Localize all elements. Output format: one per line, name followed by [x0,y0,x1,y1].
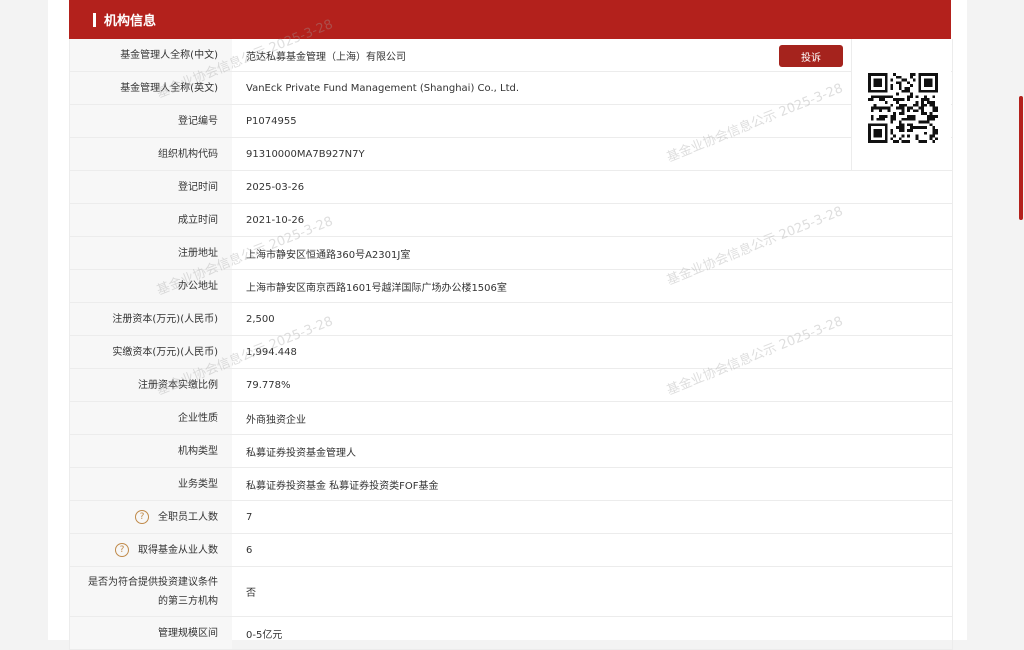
table-row: 成立时间 2021-10-26 [70,204,952,237]
row-value: 2,500 [246,313,275,325]
table-row: 办公地址 上海市静安区南京西路1601号越洋国际广场办公楼1506室 [70,270,952,303]
row-value: 否 [246,588,256,599]
help-icon[interactable]: ? [135,510,149,524]
help-icon[interactable]: ? [115,543,129,557]
row-label: ? 全职员工人数 [70,501,232,533]
table-row: 注册资本实缴比例 79.778% [70,369,952,402]
row-value: 91310000MA7B927N7Y [246,148,365,160]
row-label: 机构类型 [70,435,232,467]
qr-code-icon [868,73,938,143]
row-label: 注册资本实缴比例 [70,369,232,401]
row-label: 办公地址 [70,270,232,302]
row-label: 基金管理人全称(中文) [70,39,232,71]
table-row: 注册资本(万元)(人民币) 2,500 [70,303,952,336]
table-row: 登记时间 2025-03-26 [70,171,952,204]
row-label: 注册资本(万元)(人民币) [70,303,232,335]
table-row: ? 取得基金从业人数 6 [70,534,952,567]
table-row: 注册地址 上海市静安区恒通路360号A2301J室 [70,237,952,270]
row-value: 上海市静安区南京西路1601号越洋国际广场办公楼1506室 [246,282,507,294]
row-value: 上海市静安区恒通路360号A2301J室 [246,249,411,261]
row-value: 2021-10-26 [246,214,305,226]
row-label: 企业性质 [70,402,232,434]
qr-code-container [851,39,951,171]
row-value: 7 [246,511,253,523]
table-row: 组织机构代码 91310000MA7B927N7Y [70,138,952,171]
row-value: 私募证券投资基金管理人 [246,447,356,459]
row-label-text: 取得基金从业人数 [138,544,218,556]
row-label: 组织机构代码 [70,138,232,170]
row-label: 是否为符合提供投资建议条件的第三方机构 [70,567,232,616]
info-table: 基金管理人全称(中文) 范达私募基金管理（上海）有限公司 基金管理人全称(英文)… [69,39,953,650]
scrollbar-thumb[interactable] [1019,96,1023,220]
row-value: 范达私募基金管理（上海）有限公司 [246,51,406,63]
row-label: 登记编号 [70,105,232,137]
table-row: ? 全职员工人数 7 [70,501,952,534]
row-label: 注册地址 [70,237,232,269]
table-row: 机构类型 私募证券投资基金管理人 [70,435,952,468]
header-accent-bar [93,12,96,27]
table-row: 实缴资本(万元)(人民币) 1,994.448 [70,336,952,369]
row-label: 登记时间 [70,171,232,203]
row-label: 业务类型 [70,468,232,500]
row-value: VanEck Private Fund Management (Shanghai… [246,82,520,94]
row-value: 6 [246,544,253,556]
row-label: 成立时间 [70,204,232,236]
row-label: 基金管理人全称(英文) [70,72,232,104]
table-row: 基金管理人全称(英文) VanEck Private Fund Manageme… [70,72,952,105]
row-value: P1074955 [246,115,297,127]
complaint-button[interactable]: 投诉 [779,45,843,67]
section-header: 机构信息 [69,0,951,39]
row-label-text: 全职员工人数 [158,511,218,523]
table-row: 管理规模区间 0-5亿元 [70,617,952,650]
section-title: 机构信息 [104,14,157,29]
table-row: 企业性质 外商独资企业 [70,402,952,435]
table-row: 登记编号 P1074955 [70,105,952,138]
row-value: 1,994.448 [246,346,297,358]
row-value: 79.778% [246,379,291,391]
table-row: 是否为符合提供投资建议条件的第三方机构 否 [70,567,952,617]
row-value: 0-5亿元 [246,629,283,641]
row-value: 2025-03-26 [246,181,305,193]
row-value: 私募证券投资基金 私募证券投资类FOF基金 [246,480,439,492]
row-label: 管理规模区间 [70,617,232,649]
row-label: 实缴资本(万元)(人民币) [70,336,232,368]
table-row: 业务类型 私募证券投资基金 私募证券投资类FOF基金 [70,468,952,501]
row-label: ? 取得基金从业人数 [70,534,232,566]
row-value: 外商独资企业 [246,414,306,426]
